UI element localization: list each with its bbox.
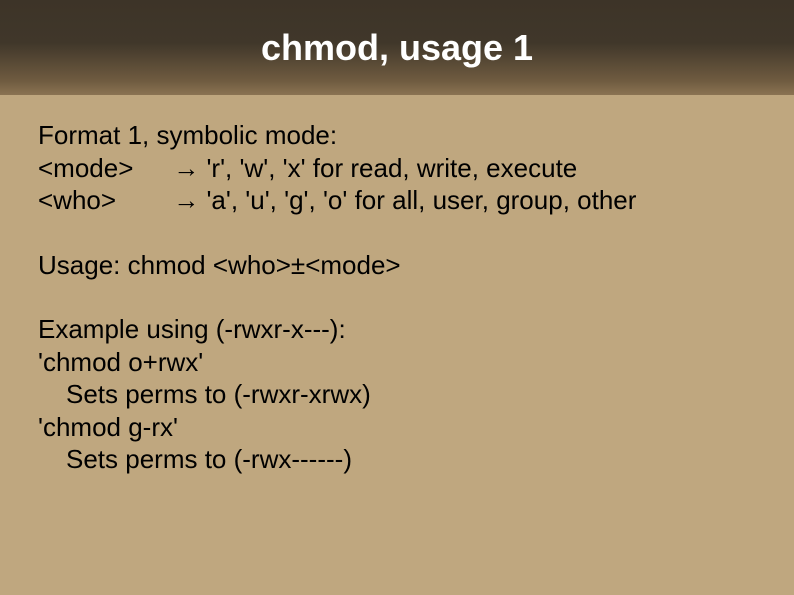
mode-desc: → 'r', 'w', 'x' for read, write, execute (173, 152, 577, 185)
who-row: <who> → 'a', 'u', 'g', 'o' for all, user… (38, 184, 756, 217)
mode-row: <mode> → 'r', 'w', 'x' for read, write, … (38, 152, 756, 185)
example1-result: Sets perms to (-rwxr-xrwx) (38, 378, 756, 411)
slide: chmod, usage 1 Format 1, symbolic mode: … (0, 0, 794, 595)
format-line: Format 1, symbolic mode: (38, 119, 756, 152)
usage-line: Usage: chmod <who>±<mode> (38, 249, 756, 282)
mode-key: <mode> (38, 152, 166, 185)
who-desc: → 'a', 'u', 'g', 'o' for all, user, grou… (173, 184, 636, 217)
gap-2 (38, 281, 756, 313)
slide-content: Format 1, symbolic mode: <mode> → 'r', '… (0, 95, 794, 476)
example2-cmd: 'chmod g-rx' (38, 411, 756, 444)
example1-cmd: 'chmod o+rwx' (38, 346, 756, 379)
who-key: <who> (38, 184, 166, 217)
slide-title: chmod, usage 1 (261, 27, 533, 69)
gap-1 (38, 217, 756, 249)
title-bar: chmod, usage 1 (0, 0, 794, 95)
example-heading: Example using (-rwxr-x---): (38, 313, 756, 346)
example2-result: Sets perms to (-rwx------) (38, 443, 756, 476)
